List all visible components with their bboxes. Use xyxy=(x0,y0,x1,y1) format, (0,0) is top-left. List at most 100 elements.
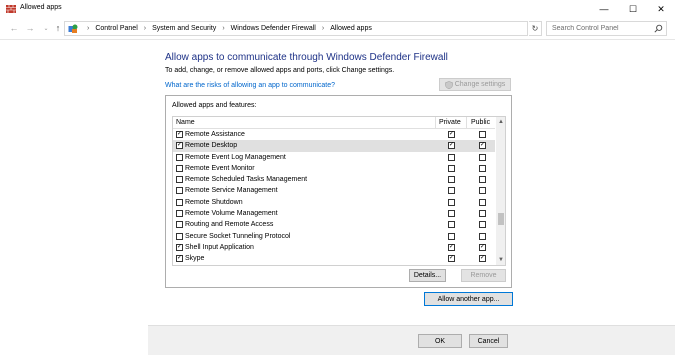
search-box xyxy=(546,21,667,36)
risks-link[interactable]: What are the risks of allowing an app to… xyxy=(165,82,335,89)
breadcrumb-system-and-security[interactable]: System and Security xyxy=(152,25,216,32)
app-enabled-checkbox[interactable]: ✓ xyxy=(176,142,183,150)
private-checkbox[interactable]: ✓ xyxy=(448,255,455,263)
up-arrow-icon[interactable]: ↑ xyxy=(52,22,64,34)
app-enabled-checkbox[interactable] xyxy=(176,221,183,229)
table-row[interactable]: Remote Event Monitor xyxy=(173,163,495,174)
breadcrumb: › Control Panel › System and Security › … xyxy=(81,25,372,32)
allow-another-app-button[interactable]: Allow another app... xyxy=(424,292,513,306)
scroll-down-icon[interactable]: ▼ xyxy=(496,255,505,265)
minimize-button[interactable]: — xyxy=(590,0,618,18)
table-row[interactable]: Routing and Remote Access xyxy=(173,219,495,230)
remove-button[interactable]: Remove xyxy=(461,269,506,282)
table-row[interactable]: ✓ Remote Assistance ✓ xyxy=(173,129,495,140)
private-checkbox[interactable] xyxy=(448,176,455,184)
app-name: Remote Event Log Management xyxy=(185,153,286,161)
column-header-private[interactable]: Private xyxy=(439,119,461,126)
private-checkbox[interactable] xyxy=(448,164,455,172)
column-header-public[interactable]: Public xyxy=(471,119,490,126)
public-checkbox[interactable] xyxy=(479,164,486,172)
column-header-name[interactable]: Name xyxy=(176,119,195,126)
app-name: Remote Shutdown xyxy=(185,198,243,206)
public-checkbox[interactable] xyxy=(479,176,486,184)
app-enabled-checkbox[interactable] xyxy=(176,176,183,184)
table-row[interactable]: Secure Socket Tunneling Protocol xyxy=(173,231,495,242)
details-button[interactable]: Details... xyxy=(409,269,446,282)
app-name: Remote Volume Management xyxy=(185,210,278,218)
breadcrumb-separator: › xyxy=(321,25,325,32)
app-enabled-checkbox[interactable] xyxy=(176,153,183,161)
private-checkbox[interactable] xyxy=(448,221,455,229)
table-row[interactable]: Remote Event Log Management xyxy=(173,152,495,163)
column-divider xyxy=(435,117,436,129)
private-checkbox[interactable] xyxy=(448,153,455,161)
table-row[interactable]: ✓ Skype ✓ ✓ xyxy=(173,253,495,264)
private-checkbox[interactable]: ✓ xyxy=(448,243,455,251)
app-enabled-checkbox[interactable] xyxy=(176,164,183,172)
allowed-apps-group: Allowed apps and features: Name Private … xyxy=(165,95,512,288)
vertical-scrollbar[interactable]: ▲ ▼ xyxy=(496,117,505,265)
change-settings-label: Change settings xyxy=(454,81,506,88)
shield-icon xyxy=(444,80,453,89)
breadcrumb-allowed-apps[interactable]: Allowed apps xyxy=(330,25,372,32)
table-row[interactable]: Remote Service Management xyxy=(173,185,495,196)
close-button[interactable]: ✕ xyxy=(647,0,675,18)
instructions-text: To add, change, or remove allowed apps a… xyxy=(165,67,395,74)
forward-arrow-icon[interactable]: → xyxy=(24,22,36,34)
private-checkbox[interactable] xyxy=(448,232,455,240)
public-checkbox[interactable] xyxy=(479,210,486,218)
public-checkbox[interactable] xyxy=(479,221,486,229)
change-settings-button[interactable]: Change settings xyxy=(439,78,511,91)
public-checkbox[interactable] xyxy=(479,232,486,240)
column-divider xyxy=(466,117,467,129)
breadcrumb-windows-defender-firewall[interactable]: Windows Defender Firewall xyxy=(231,25,316,32)
back-arrow-icon[interactable]: ← xyxy=(8,22,20,34)
app-name: Remote Service Management xyxy=(185,187,278,195)
refresh-icon[interactable]: ↻ xyxy=(529,21,542,36)
recent-locations-icon[interactable]: ⌄ xyxy=(40,22,52,34)
public-checkbox[interactable]: ✓ xyxy=(479,142,486,150)
breadcrumb-separator: › xyxy=(143,25,147,32)
maximize-button[interactable]: ☐ xyxy=(619,0,647,18)
search-input[interactable] xyxy=(547,22,647,35)
app-name: Remote Desktop xyxy=(185,142,238,150)
app-enabled-checkbox[interactable]: ✓ xyxy=(176,255,183,263)
table-row[interactable]: Remote Scheduled Tasks Management xyxy=(173,174,495,185)
private-checkbox[interactable] xyxy=(448,210,455,218)
public-checkbox[interactable] xyxy=(479,198,486,206)
app-name: Remote Assistance xyxy=(185,131,245,138)
allowed-apps-list: Name Private Public ✓ Remote Assistance ✓ ✓… xyxy=(172,116,506,266)
table-row[interactable]: ✓ Remote Desktop ✓ ✓ xyxy=(173,140,495,152)
breadcrumb-control-panel[interactable]: Control Panel xyxy=(95,25,137,32)
scroll-thumb[interactable] xyxy=(498,213,504,225)
app-name: Shell Input Application xyxy=(185,243,254,251)
page-title: Allow apps to communicate through Window… xyxy=(165,52,448,63)
app-enabled-checkbox[interactable] xyxy=(176,198,183,206)
public-checkbox[interactable] xyxy=(479,153,486,161)
app-name: Skype xyxy=(185,255,205,263)
public-checkbox[interactable] xyxy=(479,131,486,138)
app-enabled-checkbox[interactable]: ✓ xyxy=(176,131,183,138)
public-checkbox[interactable]: ✓ xyxy=(479,255,486,263)
table-row[interactable]: ✓ Shell Input Application ✓ ✓ xyxy=(173,242,495,253)
private-checkbox[interactable]: ✓ xyxy=(448,131,455,138)
list-rows: ✓ Remote Assistance ✓ ✓ Remote Desktop ✓ ✓ Remo… xyxy=(173,129,495,265)
search-icon[interactable] xyxy=(654,24,663,33)
private-checkbox[interactable]: ✓ xyxy=(448,142,455,150)
private-checkbox[interactable] xyxy=(448,198,455,206)
address-bar: ← → ⌄ ↑ › Control Panel › System and Sec… xyxy=(0,18,675,40)
scroll-up-icon[interactable]: ▲ xyxy=(496,117,505,127)
address-field[interactable]: › Control Panel › System and Security › … xyxy=(64,21,585,36)
cancel-button[interactable]: Cancel xyxy=(469,334,508,348)
app-name: Remote Event Monitor xyxy=(185,164,255,172)
table-row[interactable]: Remote Volume Management xyxy=(173,208,495,219)
table-row[interactable]: Remote Shutdown xyxy=(173,197,495,208)
private-checkbox[interactable] xyxy=(448,187,455,195)
public-checkbox[interactable]: ✓ xyxy=(479,243,486,251)
app-enabled-checkbox[interactable] xyxy=(176,187,183,195)
app-enabled-checkbox[interactable] xyxy=(176,232,183,240)
public-checkbox[interactable] xyxy=(479,187,486,195)
app-enabled-checkbox[interactable] xyxy=(176,210,183,218)
app-enabled-checkbox[interactable]: ✓ xyxy=(176,243,183,251)
ok-button[interactable]: OK xyxy=(418,334,462,348)
